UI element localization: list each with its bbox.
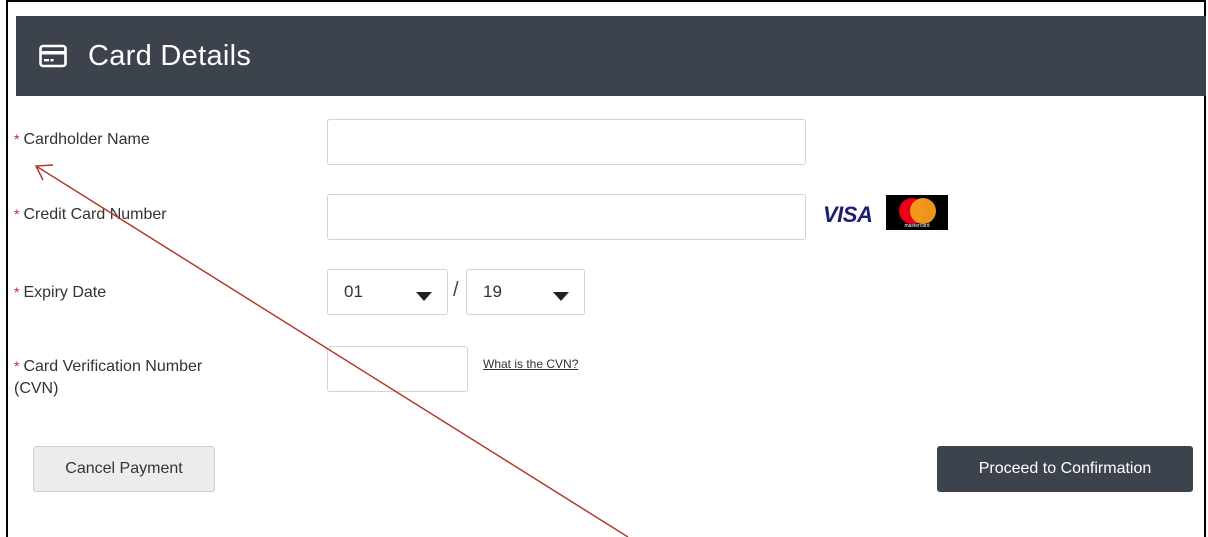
expiry-year-select[interactable]: 19 [466,269,585,315]
chevron-down-icon [416,292,432,301]
required-asterisk: * [14,358,20,374]
page-title: Card Details [88,40,252,72]
mastercard-wordmark: mastercard [904,223,930,229]
required-asterisk: * [14,284,20,300]
card-number-label: * Credit Card Number [14,206,167,223]
expiry-month-value: 01 [344,282,363,301]
credit-card-icon [39,44,67,68]
required-asterisk: * [14,131,20,147]
what-is-cvn-link[interactable]: What is the CVN? [483,357,578,371]
expiry-year-value: 19 [483,282,502,301]
cvn-label: * Card Verification Number (CVN) [14,358,203,397]
mastercard-logo: mastercard [886,195,948,230]
visa-logo: VISA [823,202,873,227]
expiry-month-select[interactable]: 01 [327,269,448,315]
card-number-input[interactable] [327,194,806,240]
cvn-input[interactable] [327,346,468,392]
required-asterisk: * [14,206,20,222]
expiry-date-label: * Expiry Date [14,284,107,301]
expiry-separator: / [453,279,459,301]
proceed-to-confirmation-button[interactable]: Proceed to Confirmation [937,446,1193,492]
card-details-header: Card Details [16,16,1206,96]
cardholder-name-label: * Cardholder Name [14,131,150,148]
mastercard-orange-circle [910,198,936,224]
chevron-down-icon [553,292,569,301]
cancel-payment-button[interactable]: Cancel Payment [33,446,215,492]
cardholder-name-input[interactable] [327,119,806,165]
